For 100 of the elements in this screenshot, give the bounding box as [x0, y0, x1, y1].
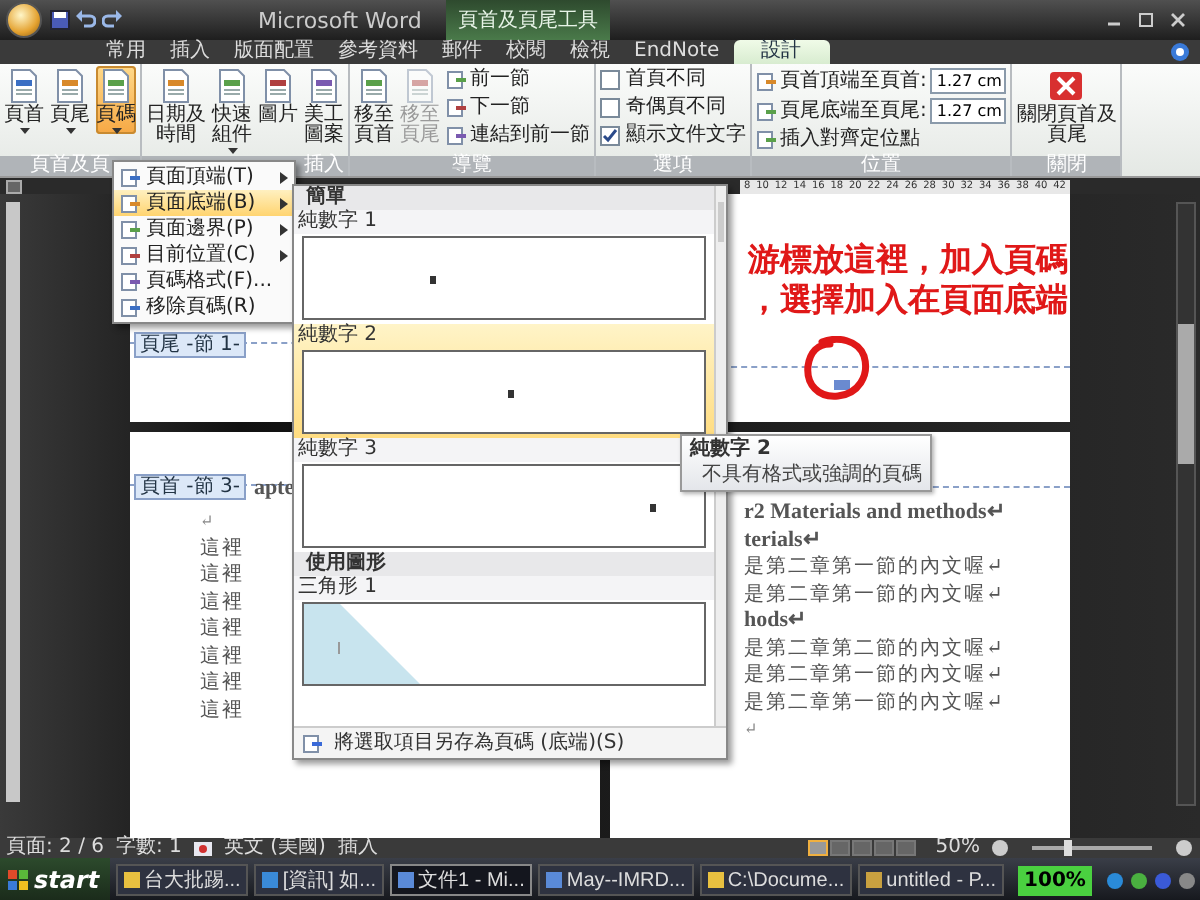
view-button[interactable]: [895, 840, 916, 856]
spin-field[interactable]: 1.27 cm: [930, 98, 1007, 124]
percentage-badge: 100%: [1018, 865, 1092, 895]
field-label: 頁首頂端至頁首:: [780, 69, 927, 93]
document-text: 這裡: [200, 670, 244, 697]
gallery-item[interactable]: 純數字 1: [294, 210, 714, 324]
checkbox[interactable]: [600, 126, 620, 146]
checkbox[interactable]: [600, 98, 620, 118]
ribbon-button[interactable]: 日期及時間: [146, 66, 206, 146]
start-button[interactable]: start: [0, 858, 110, 900]
document-icon: [120, 167, 140, 187]
zoom-in-button[interactable]: [1176, 840, 1192, 856]
scroll-bar[interactable]: [1176, 202, 1196, 806]
view-button[interactable]: [851, 840, 872, 856]
caret-icon: [111, 128, 121, 134]
menu-item[interactable]: 頁面底端(B): [114, 190, 294, 216]
document-text: 這裡: [200, 589, 244, 616]
window-icon: [262, 872, 279, 888]
ribbon-tab[interactable]: EndNote: [624, 40, 730, 64]
taskbar-button[interactable]: 台大批踢...: [116, 864, 249, 896]
checkbox[interactable]: [600, 70, 620, 90]
ribbon-button[interactable]: 頁尾: [50, 66, 90, 134]
document-icon: [120, 245, 140, 265]
document-text: 這裡: [200, 697, 244, 724]
close-header-footer-button[interactable]: 關閉頁首及頁尾: [1016, 66, 1117, 146]
submenu-arrow-icon: [280, 223, 288, 235]
checkbox-label: 奇偶頁不同: [626, 96, 726, 120]
document-icon: [446, 126, 466, 146]
taskbar-button[interactable]: C:\Docume...: [699, 864, 853, 896]
taskbar-button[interactable]: [資訊] 如...: [254, 864, 385, 896]
ribbon-tab[interactable]: 設計: [733, 40, 830, 64]
document-icon: [262, 68, 294, 104]
ruler-toggle-icon[interactable]: [6, 179, 22, 193]
window-icon: [124, 872, 140, 888]
gallery-item[interactable]: 三角形 1: [294, 576, 714, 690]
document-text: hods↵: [744, 608, 807, 635]
document-icon: [120, 193, 140, 213]
maximize-icon: [1138, 12, 1154, 28]
submenu-arrow-icon: [280, 171, 288, 183]
menu-item[interactable]: 移除頁碼(R): [114, 294, 294, 320]
document-icon: [120, 219, 140, 239]
ribbon-tab[interactable]: 常用: [96, 40, 156, 64]
menu-item[interactable]: 頁碼格式(F)...: [114, 268, 294, 294]
view-button[interactable]: [829, 840, 850, 856]
help-icon[interactable]: [1170, 42, 1190, 62]
document-text: apte: [253, 475, 295, 499]
ribbon-tab[interactable]: 版面配置: [224, 40, 324, 64]
ribbon-tab[interactable]: 插入: [160, 40, 220, 64]
menu-item[interactable]: 頁面邊界(P): [114, 216, 294, 242]
ribbon-button[interactable]: 圖片: [258, 66, 298, 126]
context-tools-title: 頁首及頁尾工具: [445, 0, 610, 40]
page-number-field: [834, 380, 850, 390]
ribbon-button[interactable]: 插入對齊定位點: [756, 128, 1007, 152]
undo-icon[interactable]: [76, 10, 96, 30]
proofing-icon[interactable]: [193, 839, 212, 857]
document-text: 是第二章第一節的內文喔↵: [744, 689, 1005, 716]
ribbon-button[interactable]: 移至頁首: [354, 66, 394, 146]
zoom-level[interactable]: 50%: [935, 838, 980, 858]
paragraph-mark: ↵: [200, 510, 216, 534]
ribbon-button[interactable]: 頁首: [4, 66, 44, 134]
redo-icon[interactable]: [102, 10, 122, 30]
windows-logo-icon: [8, 870, 28, 890]
document-icon: [358, 68, 390, 104]
document-text: terials↵: [744, 527, 821, 554]
ribbon-button[interactable]: 快速組件: [212, 66, 252, 154]
taskbar-button[interactable]: 文件1 - Mi...: [390, 864, 533, 896]
window-icon: [866, 872, 883, 888]
document-icon: [756, 71, 776, 91]
slider-thumb[interactable]: [1064, 840, 1072, 856]
save-icon[interactable]: [50, 10, 70, 30]
ribbon-tab[interactable]: 檢視: [560, 40, 620, 64]
save-selection-button[interactable]: 將選取項目另存為頁碼 (底端)(S): [294, 726, 726, 758]
ribbon-tab[interactable]: 郵件: [432, 40, 492, 64]
ribbon-button[interactable]: 下一節: [446, 96, 590, 120]
taskbar-button[interactable]: untitled - P...: [858, 864, 1005, 896]
document-text: 這裡: [200, 535, 244, 562]
group-label: 關閉: [1012, 156, 1121, 176]
document-icon: [120, 297, 140, 317]
menu-item[interactable]: 目前位置(C): [114, 242, 294, 268]
ribbon-button[interactable]: 美工圖案: [304, 66, 344, 146]
document-icon: [160, 68, 192, 104]
footer-tag: 頁尾 -節 1-: [134, 332, 246, 358]
gallery-section-title: 使用圖形: [294, 552, 714, 576]
taskbar-button[interactable]: May--IMRD...: [538, 864, 694, 896]
group-label: 導覽: [350, 156, 594, 176]
ribbon-button[interactable]: 前一節: [446, 68, 590, 92]
spin-field[interactable]: 1.27 cm: [930, 68, 1007, 94]
ribbon-tab[interactable]: 校閱: [496, 40, 556, 64]
ribbon-button[interactable]: 連結到前一節: [446, 124, 590, 148]
gallery-item[interactable]: 純數字 2: [294, 324, 714, 438]
ribbon-tab[interactable]: 參考資料: [328, 40, 428, 64]
document-icon: [120, 271, 140, 291]
office-button[interactable]: [6, 2, 42, 38]
close-icon: [1048, 68, 1085, 104]
checkbox-label: 顯示文件文字: [626, 124, 746, 148]
view-button[interactable]: [807, 840, 828, 856]
ribbon-button[interactable]: 頁碼: [96, 66, 136, 134]
view-button[interactable]: [873, 840, 894, 856]
zoom-out-button[interactable]: [992, 840, 1008, 856]
page-count: 頁面: 2 / 6: [6, 838, 104, 858]
